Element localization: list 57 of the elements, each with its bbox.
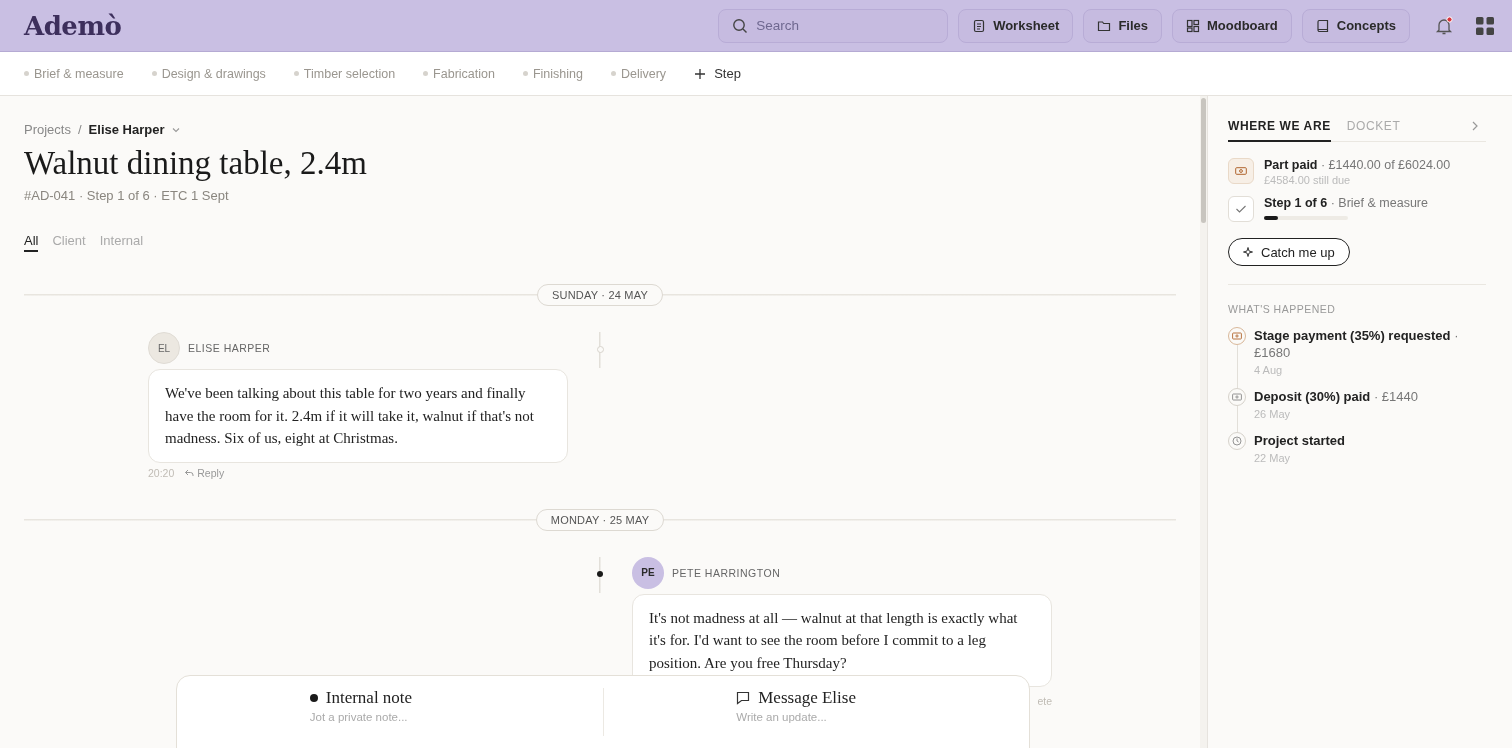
message-time: 20:20 — [148, 466, 175, 479]
check-icon — [1235, 204, 1247, 214]
section-heading: WHAT'S HAPPENED — [1228, 303, 1337, 315]
banknote-icon — [1232, 332, 1242, 340]
status-text: Part paid · £1440.00 of £6024.00 — [1264, 158, 1451, 172]
layout-icon — [1186, 18, 1200, 33]
toolbar-button[interactable]: Moodboard — [1172, 8, 1292, 43]
composer-option[interactable]: Message Elise Write an update... — [602, 688, 1029, 736]
dot-icon — [309, 694, 318, 702]
filter-tab[interactable]: All — [24, 233, 39, 252]
search-field[interactable]: Search — [718, 8, 949, 43]
book-icon — [1315, 18, 1330, 33]
chevron-right-icon[interactable] — [1470, 120, 1480, 132]
date-label: SUNDAY · 24 MAY — [537, 284, 663, 306]
clock-icon — [1232, 436, 1242, 446]
bell-icon[interactable] — [1434, 15, 1454, 36]
banknote-icon — [1232, 393, 1242, 401]
message-bubble: We've been talking about this table for two years and finally have the room for it. 2.4m if it will take it, walnut if that's not madness. Six of us, eight at Christmas. — [148, 369, 568, 463]
composer-option[interactable]: Internal note Jot a private note... — [177, 688, 603, 748]
catch-up-button[interactable]: Catch me up — [1228, 238, 1350, 266]
date-label: MONDAY · 25 MAY — [535, 508, 665, 531]
breadcrumb-current[interactable]: Elise Harper — [88, 122, 165, 137]
event-text: Stage payment (35%) requested · £1680 — [1254, 327, 1460, 361]
toolbar-button[interactable]: Worksheet — [958, 8, 1074, 43]
avatar: EL — [148, 332, 180, 364]
author-name: ELISE HARPER — [188, 342, 271, 354]
banknote-icon — [1235, 166, 1247, 176]
event-date: 4 Aug — [1254, 364, 1284, 376]
breadcrumb-link[interactable]: Projects — [24, 122, 71, 137]
timeline-dot — [597, 570, 603, 577]
event-text: Deposit (30%) paid · £1440 — [1254, 388, 1418, 405]
panel-tab[interactable]: WHERE WE ARE — [1228, 116, 1331, 142]
message-time: ete — [1037, 695, 1052, 707]
reply-icon — [184, 467, 195, 478]
event-date: 26 May — [1254, 408, 1292, 420]
logo[interactable]: Ademò — [24, 10, 122, 41]
timeline-dot — [596, 346, 604, 353]
toolbar-button[interactable]: Concepts — [1301, 8, 1410, 43]
avatar: PE — [632, 556, 664, 589]
project-meta: #AD-041 · Step 1 of 6 · ETC 1 Sept — [24, 188, 230, 203]
search-icon — [732, 17, 749, 34]
sparkle-icon — [1243, 247, 1253, 257]
project-title: Walnut dining table, 2.4m — [24, 145, 368, 182]
plus-icon — [694, 67, 707, 80]
clipboard-icon — [972, 18, 987, 33]
status-subtext: £4584.00 still due — [1264, 174, 1352, 186]
scrollbar-thumb[interactable] — [1201, 98, 1206, 223]
author-name: PETE HARRINGTON — [672, 566, 781, 579]
chat-icon — [736, 691, 751, 705]
add-step-button[interactable]: Step — [694, 66, 741, 81]
apps-icon[interactable] — [1476, 16, 1494, 35]
event-date: 22 May — [1254, 452, 1292, 464]
status-text: Step 1 of 6 · Brief & measure — [1264, 196, 1428, 210]
folder-icon — [1097, 18, 1112, 33]
breadcrumb-separator: / — [77, 122, 82, 137]
event-text: Project started — [1254, 432, 1346, 449]
toolbar-button[interactable]: Files — [1083, 8, 1162, 43]
